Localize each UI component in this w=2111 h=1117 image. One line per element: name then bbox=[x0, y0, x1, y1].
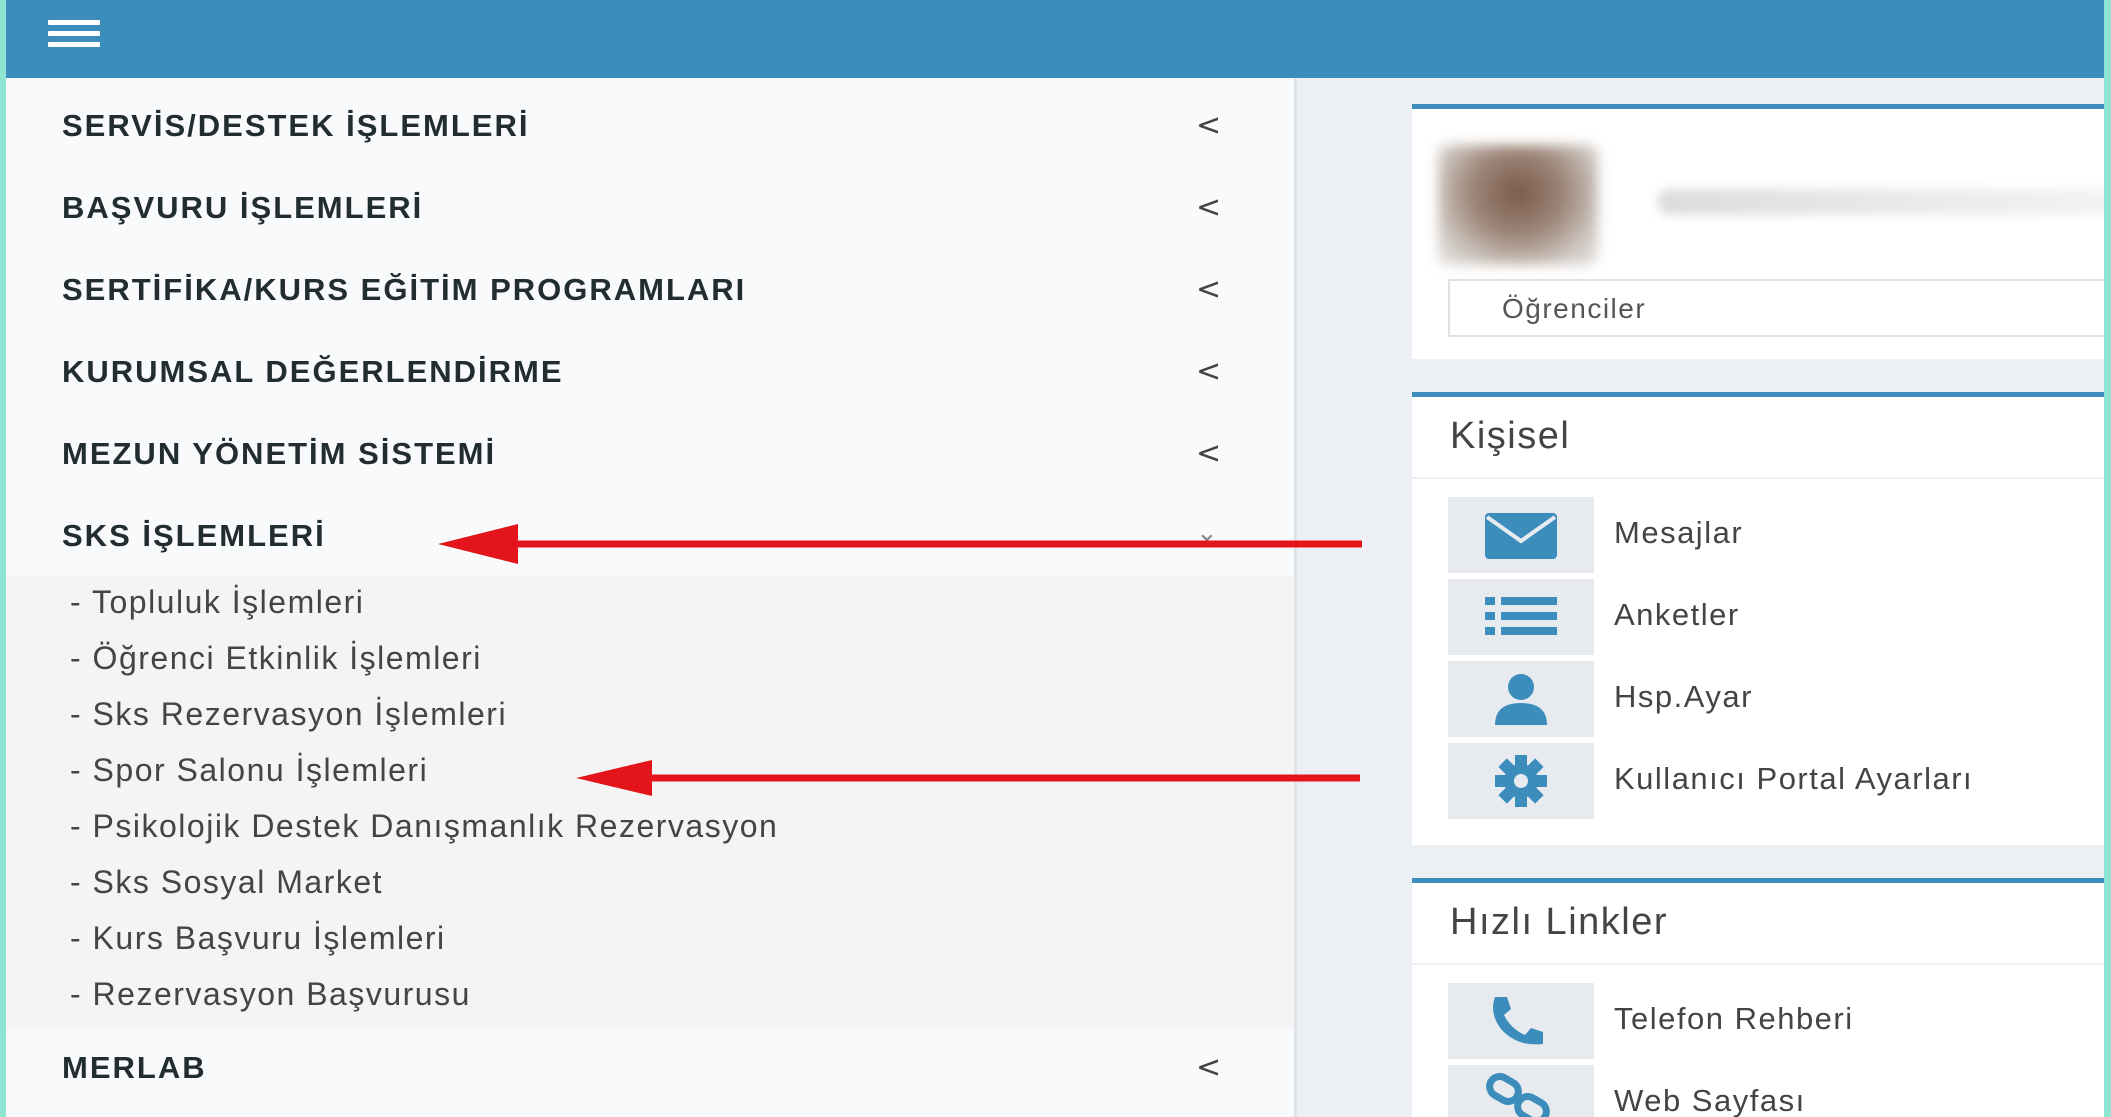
sidebar-item-kurumsal[interactable]: KURUMSAL DEĞERLENDİRME < bbox=[6, 332, 1294, 414]
submenu-item-rezervasyon[interactable]: - Sks Rezervasyon İşlemleri bbox=[70, 696, 507, 733]
personal-item-mesajlar[interactable]: Mesajlar bbox=[1448, 497, 2104, 573]
avatar bbox=[1438, 145, 1598, 265]
sidebar: SERVİS/DESTEK İŞLEMLERİ < BAŞVURU İŞLEML… bbox=[6, 78, 1297, 1117]
top-navbar bbox=[6, 0, 2104, 78]
personal-panel: Kişisel Mesajlar Anketler Hsp.Ayar Kulla… bbox=[1412, 392, 2104, 845]
personal-item-hsp-ayar[interactable]: Hsp.Ayar bbox=[1448, 661, 2104, 737]
envelope-icon bbox=[1448, 497, 1594, 573]
panel-title: Hızlı Linkler bbox=[1450, 901, 1668, 943]
chevron-left-icon: < bbox=[1196, 108, 1222, 143]
personal-item-anketler[interactable]: Anketler bbox=[1448, 579, 2104, 655]
sidebar-item-label: MEZUN YÖNETİM SİSTEMİ bbox=[62, 436, 497, 471]
quick-links-panel: Hızlı Linkler Telefon Rehberi Web Sayfas… bbox=[1412, 878, 2104, 1117]
submenu-item-sosyal-market[interactable]: - Sks Sosyal Market bbox=[70, 864, 383, 901]
submenu-item-topluluk[interactable]: - Topluluk İşlemleri bbox=[70, 584, 364, 621]
personal-item-portal-ayarlari[interactable]: Kullanıcı Portal Ayarları bbox=[1448, 743, 2104, 819]
item-label: Kullanıcı Portal Ayarları bbox=[1614, 761, 1974, 796]
submenu-item-kurs-basvuru[interactable]: - Kurs Başvuru İşlemleri bbox=[70, 920, 446, 957]
item-label: Web Sayfası bbox=[1614, 1083, 1806, 1117]
user-icon bbox=[1448, 661, 1594, 737]
user-name-blurred bbox=[1657, 189, 2104, 215]
sidebar-item-label: BAŞVURU İŞLEMLERİ bbox=[62, 190, 424, 225]
chevron-left-icon: < bbox=[1196, 272, 1222, 307]
annotation-arrow-spor-salonu bbox=[576, 760, 1360, 796]
app-frame: SERVİS/DESTEK İŞLEMLERİ < BAŞVURU İŞLEML… bbox=[6, 0, 2104, 1117]
sidebar-item-sertifika[interactable]: SERTİFİKA/KURS EĞİTİM PROGRAMLARI < bbox=[6, 250, 1294, 332]
link-icon bbox=[1448, 1065, 1594, 1117]
chevron-left-icon: < bbox=[1196, 436, 1222, 471]
quick-link-telefon-rehberi[interactable]: Telefon Rehberi bbox=[1448, 983, 2104, 1059]
menu-toggle-icon[interactable] bbox=[48, 20, 100, 52]
divider bbox=[1412, 477, 2104, 479]
role-select[interactable]: Öğrenciler bbox=[1448, 279, 2104, 337]
divider bbox=[1412, 963, 2104, 965]
chevron-left-icon: < bbox=[1196, 190, 1222, 225]
chevron-left-icon: < bbox=[1196, 1050, 1222, 1085]
sidebar-item-label: SKS İŞLEMLERİ bbox=[62, 518, 326, 553]
quick-link-web-sayfasi[interactable]: Web Sayfası bbox=[1448, 1065, 2104, 1117]
sidebar-item-label: MERLAB bbox=[62, 1050, 207, 1085]
panel-title: Kişisel bbox=[1450, 415, 1571, 457]
item-label: Anketler bbox=[1614, 597, 1740, 632]
gear-icon bbox=[1448, 743, 1594, 819]
item-label: Hsp.Ayar bbox=[1614, 679, 1753, 714]
role-value: Öğrenciler bbox=[1502, 293, 1647, 324]
list-icon bbox=[1448, 579, 1594, 655]
chevron-left-icon: < bbox=[1196, 354, 1222, 389]
sidebar-item-merlab[interactable]: MERLAB < bbox=[6, 1028, 1294, 1110]
sidebar-item-mezun[interactable]: MEZUN YÖNETİM SİSTEMİ < bbox=[6, 414, 1294, 496]
item-label: Telefon Rehberi bbox=[1614, 1001, 1854, 1036]
submenu-item-psikolojik[interactable]: - Psikolojik Destek Danışmanlık Rezervas… bbox=[70, 808, 778, 845]
sidebar-item-label: SERVİS/DESTEK İŞLEMLERİ bbox=[62, 108, 530, 143]
phone-icon bbox=[1448, 983, 1594, 1059]
submenu-item-rezervasyon-basvurusu[interactable]: - Rezervasyon Başvurusu bbox=[70, 976, 471, 1013]
sidebar-item-label: KURUMSAL DEĞERLENDİRME bbox=[62, 354, 564, 389]
submenu-item-spor-salonu[interactable]: - Spor Salonu İşlemleri bbox=[70, 752, 428, 789]
submenu-item-etkinlik[interactable]: - Öğrenci Etkinlik İşlemleri bbox=[70, 640, 482, 677]
sks-submenu: - Topluluk İşlemleri - Öğrenci Etkinlik … bbox=[6, 576, 1294, 1028]
sidebar-item-label: SERTİFİKA/KURS EĞİTİM PROGRAMLARI bbox=[62, 272, 747, 307]
sidebar-item-servis-destek[interactable]: SERVİS/DESTEK İŞLEMLERİ < bbox=[6, 86, 1294, 168]
item-label: Mesajlar bbox=[1614, 515, 1744, 550]
profile-panel: Öğrenciler bbox=[1412, 104, 2104, 359]
annotation-arrow-sks bbox=[438, 524, 1362, 564]
sidebar-item-basvuru[interactable]: BAŞVURU İŞLEMLERİ < bbox=[6, 168, 1294, 250]
